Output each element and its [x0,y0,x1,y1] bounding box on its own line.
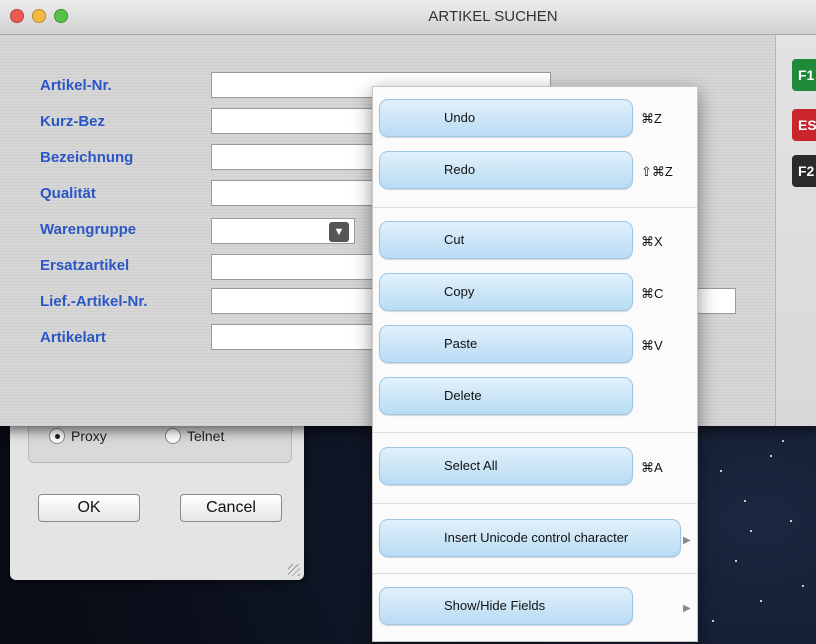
label-bezeichnung: Bezeichnung [40,149,134,166]
label-kurz-bez: Kurz-Bez [40,113,106,130]
menu-separator [373,207,697,208]
label-artikel-nr: Artikel-Nr. [40,77,112,94]
radio-selected-icon [49,428,65,444]
title-bar: ARTIKEL SUCHEN [0,0,816,35]
artikelart-field[interactable] [211,324,373,350]
star [802,585,804,587]
f1-key-button[interactable]: F1 [792,59,816,91]
menu-item-select-all[interactable]: Select All [379,447,633,485]
menu-separator [373,573,697,574]
window-title: ARTIKEL SUCHEN [428,8,558,25]
menu-separator [373,503,697,504]
shortcut-undo: ⌘Z [641,111,662,126]
radio-unselected-icon [165,428,181,444]
label-artikelart: Artikelart [40,329,106,346]
label-lief-artikel-nr: Lief.-Artikel-Nr. [40,293,148,310]
submenu-arrow-icon: ▶ [683,603,691,614]
star [750,530,752,532]
shortcut-paste: ⌘V [641,338,663,353]
label-qualitaet: Qualität [40,185,96,202]
qualitaet-field[interactable] [211,180,373,206]
f2-key-button[interactable]: F2 [792,155,816,187]
shortcut-select-all: ⌘A [641,460,663,475]
menu-item-paste[interactable]: Paste [379,325,633,363]
ok-button[interactable]: OK [38,494,140,522]
menu-item-undo[interactable]: Undo [379,99,633,137]
star [770,455,772,457]
menu-item-copy[interactable]: Copy [379,273,633,311]
menu-separator [373,432,697,433]
background-dialog: Proxy Telnet OK Cancel [10,410,304,580]
kurz-bez-field[interactable] [211,108,373,134]
menu-item-cut[interactable]: Cut [379,221,633,259]
star [735,560,737,562]
label-ersatzartikel: Ersatzartikel [40,257,130,274]
shortcut-cut: ⌘X [641,234,663,249]
shortcut-redo: ⇧⌘Z [641,164,673,179]
context-menu: Undo ⌘Z Redo ⇧⌘Z Cut ⌘X Copy ⌘C Paste ⌘V… [372,86,698,642]
esc-key-button[interactable]: ES [792,109,816,141]
radio-telnet[interactable]: Telnet [165,428,224,444]
cancel-button[interactable]: Cancel [180,494,282,522]
star [712,620,714,622]
star [744,500,746,502]
bezeichnung-field[interactable] [211,144,373,170]
menu-item-insert-unicode[interactable]: Insert Unicode control character [379,519,681,557]
resize-grip-icon[interactable] [288,564,300,576]
star [720,470,722,472]
star [760,600,762,602]
function-key-panel: F1 ES F2 [775,35,816,426]
submenu-arrow-icon: ▶ [683,535,691,546]
menu-item-show-hide-fields[interactable]: Show/Hide Fields [379,587,633,625]
ersatzartikel-field[interactable] [211,254,373,280]
star [790,520,792,522]
radio-proxy[interactable]: Proxy [49,428,107,444]
radio-proxy-label: Proxy [71,428,107,444]
shortcut-copy: ⌘C [641,286,664,301]
label-warengruppe: Warengruppe [40,221,137,238]
menu-item-delete[interactable]: Delete [379,377,633,415]
star [782,440,784,442]
menu-item-redo[interactable]: Redo [379,151,633,189]
chevron-down-icon[interactable]: ▼ [329,222,349,242]
radio-telnet-label: Telnet [187,428,225,444]
